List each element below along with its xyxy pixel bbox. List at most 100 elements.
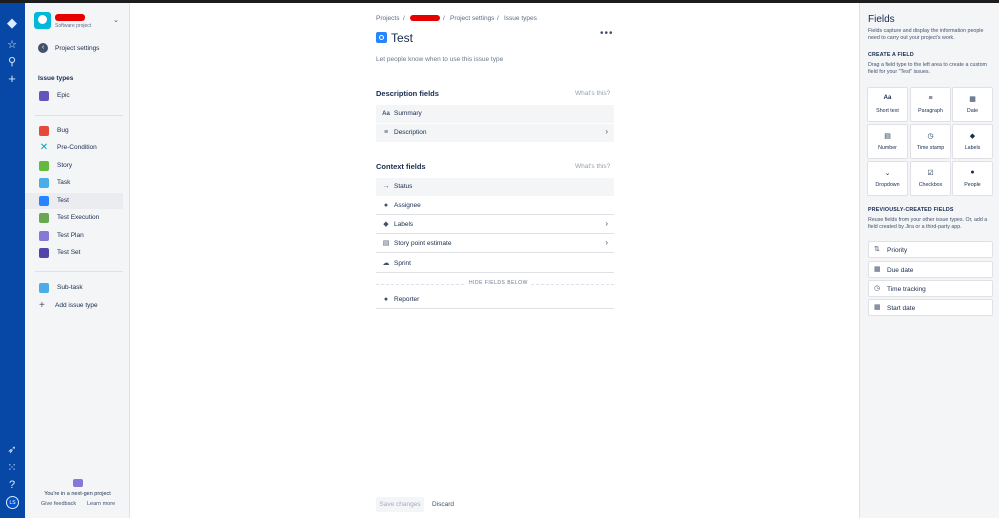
short-text-icon: Aa (883, 95, 892, 101)
back-arrow-icon[interactable]: ‹ (38, 43, 48, 53)
divider (35, 271, 123, 272)
star-icon[interactable]: ☆ (4, 37, 20, 53)
save-changes-button[interactable]: Save changes (376, 497, 424, 512)
search-icon[interactable]: ⚲ (4, 54, 20, 70)
chevron-right-icon[interactable]: › (605, 238, 608, 247)
field-type-checkbox[interactable]: ☑ Checkbox (910, 161, 951, 196)
label-icon: ◆ (383, 221, 389, 228)
description-input[interactable]: Let people know when to use this issue t… (376, 56, 503, 63)
field-row-description[interactable]: ≡ Description › (376, 124, 614, 142)
sidebar-item-task[interactable]: Task (25, 175, 123, 191)
create-icon[interactable]: + (4, 71, 20, 87)
field-type-number[interactable]: ▤ Number (867, 124, 908, 159)
give-feedback-link[interactable]: Give feedback (41, 501, 76, 507)
field-row-story-point-estimate[interactable]: ▤ Story point estimate › (376, 235, 614, 253)
short-text-icon: Aa (382, 111, 390, 117)
fields-intro: Fields capture and display the informati… (868, 28, 984, 41)
create-field-text: Drag a field type to the left area to cr… (868, 62, 987, 75)
next-gen-icon (73, 479, 83, 487)
description-fields-heading: Description fields (376, 89, 439, 98)
whats-this-link[interactable]: What's this? (575, 163, 610, 170)
avatar[interactable]: LS (6, 496, 19, 509)
breadcrumb-project-redacted[interactable] (410, 15, 440, 21)
sidebar-item-label: Epic (57, 92, 70, 99)
previous-field-time-tracking[interactable]: ◷ Time tracking (868, 280, 993, 297)
chevron-down-icon[interactable]: ⌄ (113, 16, 119, 24)
test-icon (376, 32, 387, 43)
field-label: Summary (394, 110, 422, 117)
clock-icon: ◷ (874, 285, 881, 292)
field-row-status[interactable]: → Status (376, 178, 614, 196)
field-type-paragraph[interactable]: ≡ Paragraph (910, 87, 951, 122)
main-content: Projects / / Project settings / Issue ty… (130, 3, 859, 518)
field-type-label: Dropdown (875, 182, 900, 188)
field-type-date[interactable]: ▦ Date (952, 87, 993, 122)
previous-field-priority[interactable]: ⇅ Priority (868, 241, 993, 258)
field-row-summary[interactable]: Aa Summary (376, 105, 614, 123)
chevron-right-icon[interactable]: › (605, 219, 608, 228)
next-gen-notice: You're in a next-gen project (44, 491, 111, 497)
field-type-label: Number (878, 145, 897, 151)
field-row-assignee[interactable]: ● Assignee (376, 197, 614, 215)
sidebar-item-test[interactable]: Test (25, 193, 123, 209)
context-fields-heading: Context fields (376, 162, 426, 171)
field-type-label: Short text (876, 108, 899, 114)
previous-field-start-date[interactable]: ▦ Start date (868, 299, 993, 316)
breadcrumb-project-settings[interactable]: Project settings (450, 15, 494, 22)
sidebar-item-test-plan[interactable]: Test Plan (25, 228, 123, 244)
field-row-reporter[interactable]: ● Reporter (376, 291, 614, 309)
story-icon (39, 161, 49, 171)
divider (35, 115, 123, 116)
breadcrumb-projects[interactable]: Projects (376, 15, 399, 22)
person-icon: ● (383, 202, 389, 209)
rocket-icon[interactable]: ➶ (4, 442, 20, 458)
sidebar-item-epic[interactable]: Epic (25, 88, 123, 104)
discard-button[interactable]: Discard (432, 501, 454, 508)
field-type-label: Labels (964, 145, 981, 151)
page-title[interactable]: Test (391, 31, 413, 45)
status-icon: → (382, 183, 390, 190)
paragraph-icon: ≡ (928, 95, 933, 102)
test-icon (39, 196, 49, 206)
sidebar-item-sub-task[interactable]: Sub-task (25, 280, 123, 296)
sprint-icon: ☁ (382, 260, 390, 267)
create-field-heading: CREATE A FIELD (868, 52, 914, 58)
add-issue-type-button[interactable]: Add issue type (25, 298, 123, 314)
sidebar-item-story[interactable]: Story (25, 158, 123, 174)
whats-this-link[interactable]: What's this? (575, 90, 610, 97)
field-label: Assignee (394, 202, 421, 209)
sidebar-item-label: Bug (57, 127, 69, 134)
jira-logo-icon[interactable]: ◆ (4, 15, 20, 31)
field-type-people[interactable]: ● People (952, 161, 993, 196)
more-actions-button[interactable]: ••• (600, 28, 614, 39)
field-type-label: Time stamp (916, 145, 945, 151)
sidebar-item-bug[interactable]: Bug (25, 123, 123, 139)
label-icon: ◆ (969, 133, 976, 140)
sidebar-item-label: Sub-task (57, 284, 83, 291)
sidebar-item-label: Test (57, 197, 69, 204)
test-plan-icon (39, 231, 49, 241)
field-row-sprint[interactable]: ☁ Sprint (376, 255, 614, 273)
breadcrumb-separator: / (443, 15, 445, 22)
sidebar-item-test-set[interactable]: Test Set (25, 245, 123, 261)
field-type-time-stamp[interactable]: ◷ Time stamp (910, 124, 951, 159)
fields-panel-title: Fields (868, 14, 895, 25)
breadcrumb-issue-types[interactable]: Issue types (504, 15, 537, 22)
field-type-short-text[interactable]: Aa Short text (867, 87, 908, 122)
sidebar-item-test-execution[interactable]: Test Execution (25, 210, 123, 226)
help-icon[interactable]: ? (4, 477, 20, 493)
learn-more-link[interactable]: Learn more (87, 501, 115, 507)
app-switcher-icon[interactable]: ⁙ (4, 460, 20, 476)
field-type-labels[interactable]: ◆ Labels (952, 124, 993, 159)
sidebar-item-pre-condition[interactable]: ✕ Pre-Condition (25, 140, 123, 156)
previous-field-due-date[interactable]: ▦ Due date (868, 261, 993, 278)
global-navigation: ◆ ☆ ⚲ + ➶ ⁙ ? LS (0, 3, 25, 518)
issue-types-heading: Issue types (38, 75, 74, 82)
sidebar-item-label: Story (57, 162, 73, 169)
previously-created-heading: PREVIOUSLY-CREATED FIELDS (868, 207, 954, 213)
chevron-right-icon[interactable]: › (605, 127, 608, 136)
field-label: Status (394, 183, 413, 190)
field-row-labels[interactable]: ◆ Labels › (376, 216, 614, 234)
field-type-dropdown[interactable]: ⌄ Dropdown (867, 161, 908, 196)
back-to-project-settings[interactable]: Project settings (55, 45, 99, 52)
